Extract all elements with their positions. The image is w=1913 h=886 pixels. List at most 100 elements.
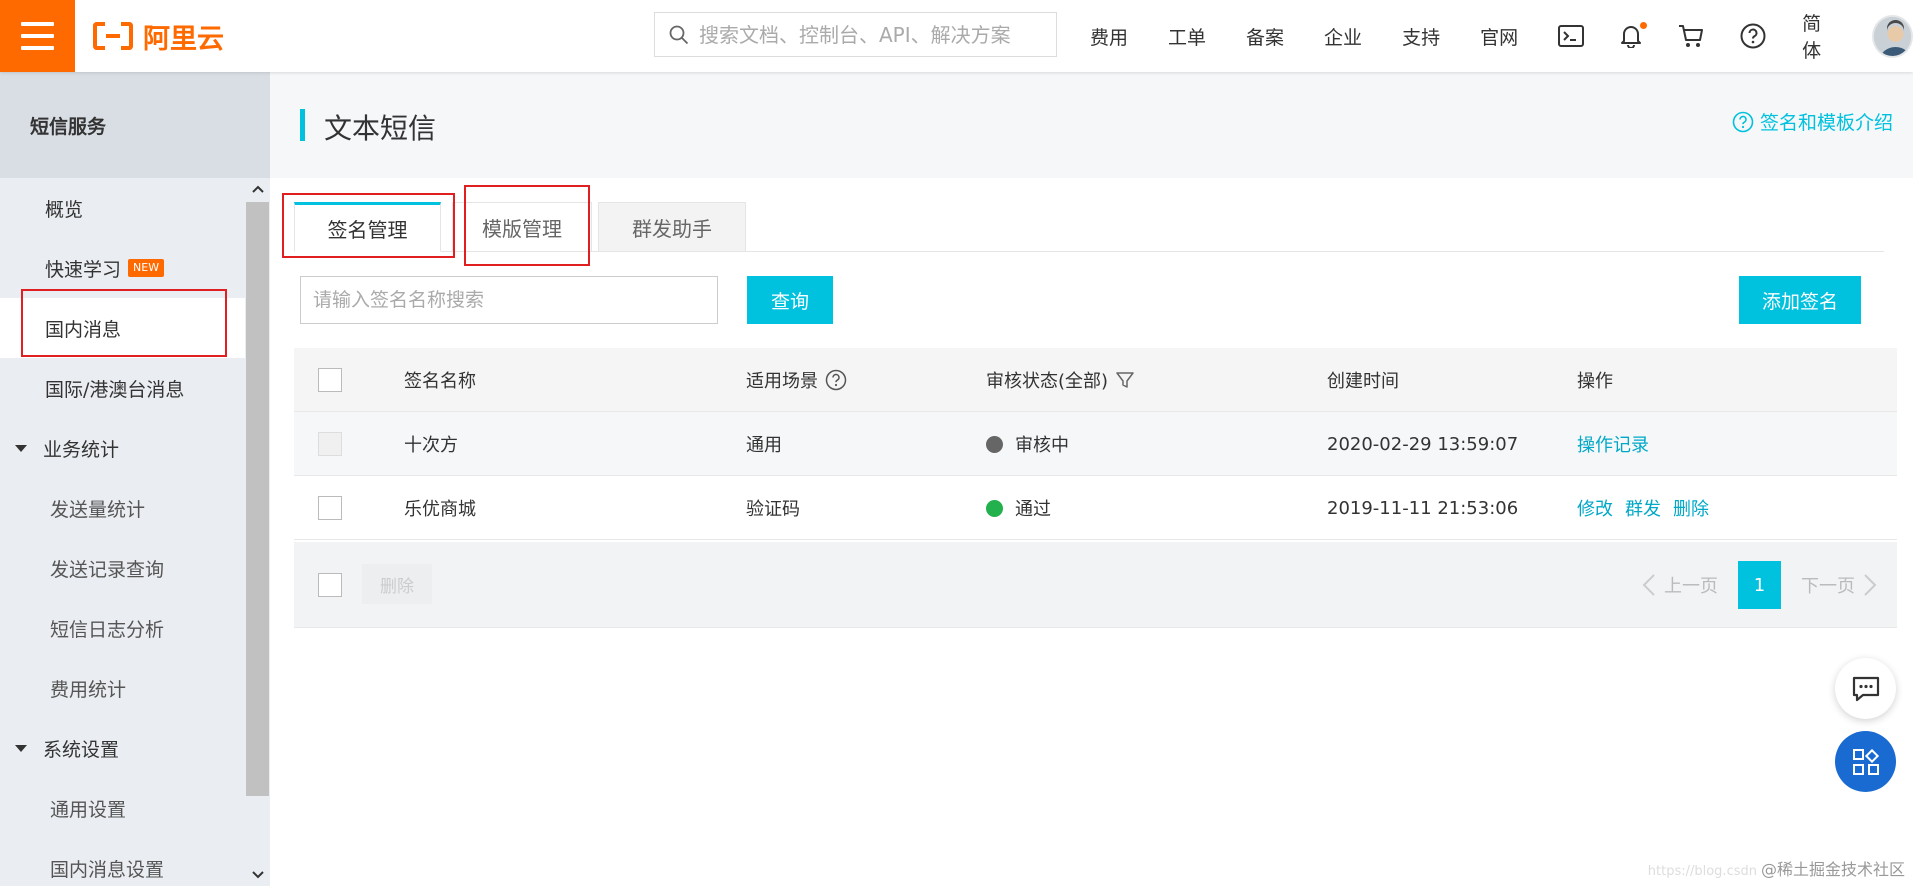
bell-icon[interactable]	[1620, 22, 1648, 48]
watermark: https://blog.csdn @稀土掘金技术社区	[1648, 856, 1905, 880]
prev-label: 上一页	[1664, 576, 1718, 597]
sidebar-scrollbar[interactable]	[245, 178, 270, 886]
nav-enterprise[interactable]: 企业	[1324, 23, 1362, 50]
nav-ticket[interactable]: 工单	[1168, 23, 1206, 50]
header-created: 创建时间	[1327, 371, 1399, 392]
apps-float-button[interactable]	[1835, 731, 1896, 792]
sidebar-item-international[interactable]: 国际/港澳台消息	[0, 358, 245, 418]
language-switch[interactable]: 简体	[1802, 9, 1838, 63]
scroll-down-icon[interactable]	[245, 864, 270, 886]
add-signature-button[interactable]: 添加签名	[1739, 276, 1861, 324]
cart-icon[interactable]	[1678, 24, 1704, 48]
sidebar-menu: 概览 快速学习 NEW 国内消息 国际/港澳台消息 业务统计 发送量统计 发送记录…	[0, 178, 245, 886]
operation-log-link[interactable]: 操作记录	[1577, 431, 1649, 457]
row-checkbox	[318, 432, 342, 456]
page-header: 文本短信 签名和模板介绍	[270, 72, 1913, 178]
new-badge: NEW	[128, 259, 165, 277]
header-scene: 适用场景	[746, 371, 818, 392]
status-pending-icon	[986, 435, 1003, 453]
caret-down-icon	[15, 444, 27, 452]
main-content: 文本短信 签名和模板介绍 签名管理 模版管理 群发助手 查询 添加签名 签名名称…	[270, 72, 1913, 886]
edit-link[interactable]: 修改	[1577, 495, 1613, 521]
sidebar-item-label: 发送量统计	[50, 498, 146, 521]
sidebar-item-overview[interactable]: 概览	[0, 178, 245, 238]
chat-float-button[interactable]	[1835, 658, 1896, 719]
sidebar-item-domestic-settings[interactable]: 国内消息设置	[0, 838, 245, 886]
help-circle-icon	[1732, 111, 1754, 132]
nav-fees[interactable]: 费用	[1090, 23, 1128, 50]
terminal-icon[interactable]	[1558, 25, 1585, 47]
global-search-input[interactable]	[699, 22, 1039, 47]
top-nav: 费用 工单 备案 企业 支持 官网 简体	[1090, 0, 1913, 72]
watermark-text: @稀土掘金技术社区	[1760, 860, 1905, 879]
tab-template[interactable]: 模版管理	[452, 202, 592, 252]
chevron-right-icon	[1864, 574, 1877, 596]
footer-select-all-checkbox[interactable]	[318, 573, 342, 597]
help-icon[interactable]	[1740, 23, 1766, 49]
prev-page-button[interactable]: 上一页	[1642, 572, 1718, 598]
created-time: 2020-02-29 13:59:07	[1327, 433, 1519, 455]
batch-delete-button: 删除	[362, 564, 432, 604]
sidebar-item-quick-learn[interactable]: 快速学习 NEW	[0, 238, 245, 298]
filter-icon[interactable]	[1115, 370, 1135, 390]
sidebar-item-cost-stats[interactable]: 费用统计	[0, 658, 245, 718]
next-page-button[interactable]: 下一页	[1801, 572, 1877, 598]
created-time: 2019-11-11 21:53:06	[1327, 497, 1519, 519]
nav-official-site[interactable]: 官网	[1480, 23, 1518, 50]
table-row: 乐优商城 验证码 通过 2019-11-11 21:53:06 修改 群发 删除	[294, 476, 1897, 540]
sidebar-item-label: 国内消息	[45, 318, 122, 341]
signature-scene: 通用	[746, 435, 782, 456]
signature-name: 十次方	[404, 435, 458, 456]
sidebar-title: 短信服务	[0, 72, 270, 178]
aliyun-logo-icon	[93, 22, 133, 50]
sidebar-item-label: 国际/港澳台消息	[45, 378, 185, 401]
global-search[interactable]	[654, 12, 1057, 57]
sidebar-item-send-stats[interactable]: 发送量统计	[0, 478, 245, 538]
select-all-checkbox[interactable]	[318, 368, 342, 392]
notification-dot	[1640, 22, 1648, 29]
scroll-thumb[interactable]	[246, 202, 269, 796]
tab-group-send[interactable]: 群发助手	[598, 202, 746, 252]
logo-text: 阿里云	[143, 23, 224, 55]
tab-signature[interactable]: 签名管理	[294, 202, 441, 252]
sidebar-item-log-analysis[interactable]: 短信日志分析	[0, 598, 245, 658]
menu-icon[interactable]	[0, 0, 75, 72]
sidebar-item-label: 国内消息设置	[50, 858, 165, 881]
sidebar-group-settings[interactable]: 系统设置	[0, 718, 245, 778]
sidebar-item-label: 费用统计	[50, 678, 127, 701]
sidebar-item-send-records[interactable]: 发送记录查询	[0, 538, 245, 598]
row-checkbox[interactable]	[318, 496, 342, 520]
search-icon	[669, 25, 689, 44]
nav-icp[interactable]: 备案	[1246, 23, 1284, 50]
sidebar-item-general-settings[interactable]: 通用设置	[0, 778, 245, 838]
sidebar-group-stats[interactable]: 业务统计	[0, 418, 245, 478]
table-header: 签名名称 适用场景 审核状态(全部) 创建时间 操作	[294, 348, 1897, 412]
signature-search-input[interactable]	[300, 276, 718, 324]
sidebar: 短信服务 概览 快速学习 NEW 国内消息 国际/港澳台消息 业务统计 发送量统计…	[0, 72, 270, 886]
status-text: 通过	[1015, 499, 1051, 520]
page-1-button[interactable]: 1	[1738, 561, 1781, 609]
sidebar-item-label: 通用设置	[50, 798, 127, 821]
sidebar-group-label: 系统设置	[43, 738, 120, 761]
query-button[interactable]: 查询	[747, 276, 833, 324]
header-actions: 操作	[1577, 371, 1613, 392]
sidebar-item-domestic[interactable]: 国内消息	[0, 298, 245, 358]
delete-link[interactable]: 删除	[1673, 495, 1709, 521]
table-row: 十次方 通用 审核中 2020-02-29 13:59:07 操作记录	[294, 412, 1897, 476]
signature-scene: 验证码	[746, 499, 800, 520]
aliyun-logo[interactable]: 阿里云	[93, 16, 224, 56]
signature-name: 乐优商城	[404, 499, 476, 520]
question-icon[interactable]	[825, 369, 847, 391]
signature-template-help-link[interactable]: 签名和模板介绍	[1732, 108, 1893, 135]
sidebar-item-label: 短信日志分析	[50, 618, 165, 641]
scroll-up-icon[interactable]	[245, 178, 270, 200]
nav-support[interactable]: 支持	[1402, 23, 1440, 50]
avatar[interactable]	[1872, 14, 1913, 58]
next-label: 下一页	[1801, 576, 1855, 597]
chevron-left-icon	[1642, 574, 1655, 596]
table-footer: 删除 上一页 1 下一页	[294, 542, 1897, 628]
tab-label: 模版管理	[482, 216, 562, 241]
tab-label: 群发助手	[632, 216, 712, 241]
group-send-link[interactable]: 群发	[1625, 495, 1661, 521]
sidebar-group-label: 业务统计	[43, 438, 120, 461]
